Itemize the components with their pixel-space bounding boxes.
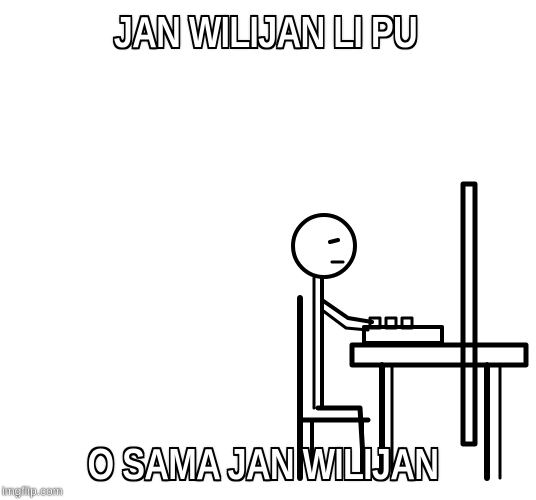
watermark: imgflip.com (2, 484, 63, 498)
top-caption-text: JAN WILIJAN LI PU (113, 8, 417, 57)
head (291, 213, 357, 279)
top-caption: JAN WILIJAN LI PU (0, 8, 533, 58)
bottom-caption-text: O SAMA JAN WILIJAN (87, 440, 440, 489)
meme-image: JAN WILIJAN LI PU O SAMA JAN WILIJAN img… (0, 0, 536, 500)
bottom-caption: O SAMA JAN WILIJAN (0, 440, 531, 490)
stick-figure-at-computer-drawing (291, 181, 529, 481)
arm (320, 298, 374, 324)
desk-top (349, 342, 529, 368)
monitor (460, 181, 478, 447)
